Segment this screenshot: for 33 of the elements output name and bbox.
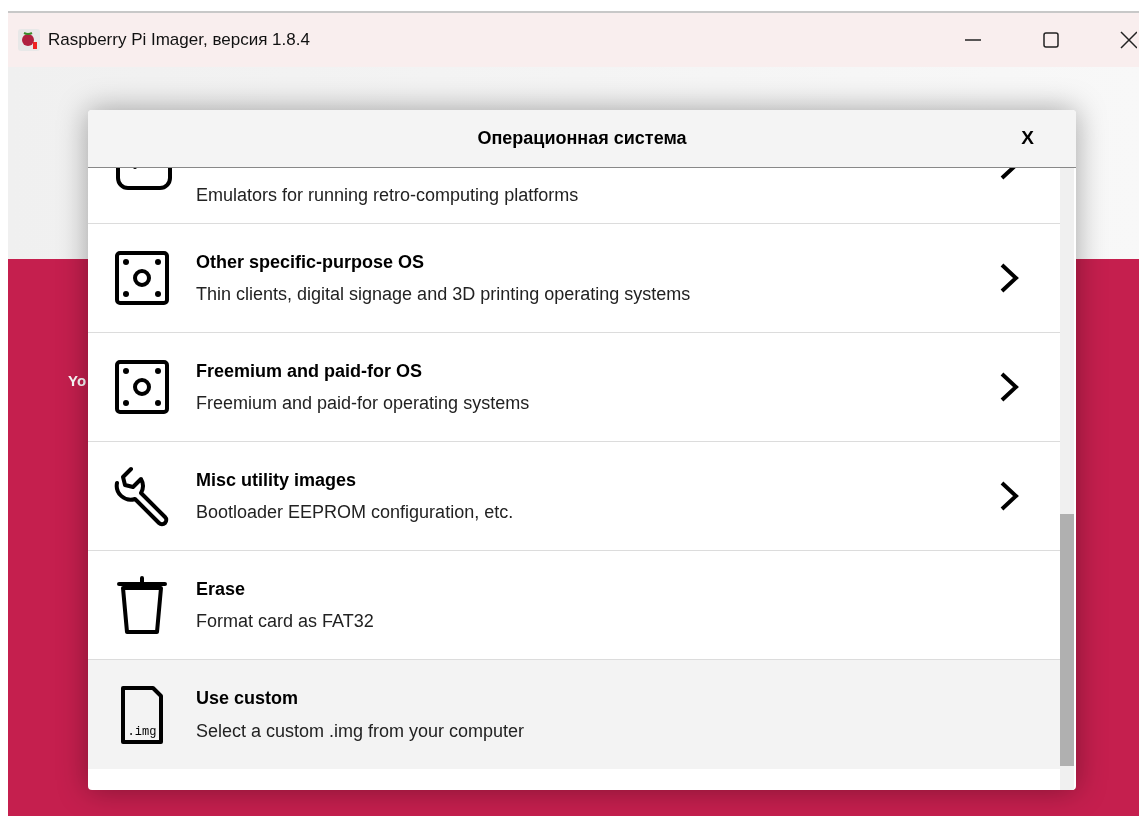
close-icon[interactable] xyxy=(1119,30,1137,50)
scrollbar-thumb[interactable] xyxy=(1060,514,1074,766)
os-title: Misc utility images xyxy=(196,468,358,491)
dialog-title: Операционная система xyxy=(477,127,687,150)
os-title: Freemium and paid-for OS xyxy=(196,359,424,382)
os-title: Other specific-purpose OS xyxy=(196,250,426,273)
os-description: Freemium and paid-for operating systems xyxy=(196,392,531,415)
chevron-right-icon xyxy=(998,479,1020,513)
window-title: Raspberry Pi Imager, версия 1.8.4 xyxy=(48,29,310,52)
os-list-item[interactable]: Freemium and paid-for OS Freemium and paid-for operating systems xyxy=(88,333,1060,442)
os-list-item[interactable]: Other specific-purpose OS Thin clients, digital signage and 3D printing operating systems xyxy=(88,224,1060,333)
os-list-item[interactable]: Emulators for running retro-computing platforms xyxy=(88,168,1060,224)
trash-icon xyxy=(117,574,167,636)
os-list-item[interactable]: .img Use custom Select a custom .img from your computer xyxy=(88,660,1060,769)
os-description: Select a custom .img from your computer xyxy=(196,719,526,742)
board-icon xyxy=(114,250,170,306)
maximize-icon[interactable] xyxy=(1041,30,1061,50)
os-description: Format card as FAT32 xyxy=(196,610,375,633)
board-icon xyxy=(114,359,170,415)
image-file-icon: .img xyxy=(119,683,165,746)
chevron-right-icon xyxy=(998,370,1020,404)
raspberry-icon xyxy=(18,29,40,51)
os-description: Emulators for running retro-computing platforms xyxy=(196,183,580,206)
dialog-close-button[interactable]: X xyxy=(1021,124,1034,153)
os-title: Erase xyxy=(196,577,247,600)
os-description: Thin clients, digital signage and 3D printing operating systems xyxy=(196,283,692,306)
os-list-item[interactable]: Erase Format card as FAT32 xyxy=(88,551,1060,660)
os-description: Bootloader EEPROM configuration, etc. xyxy=(196,501,515,524)
os-title: Use custom xyxy=(196,687,300,710)
os-list-item[interactable]: Misc utility images Bootloader EEPROM configuration, etc. xyxy=(88,442,1060,551)
chevron-right-icon xyxy=(998,261,1020,295)
background-text: Yo xyxy=(68,372,87,389)
scrollbar[interactable] xyxy=(1060,168,1074,790)
